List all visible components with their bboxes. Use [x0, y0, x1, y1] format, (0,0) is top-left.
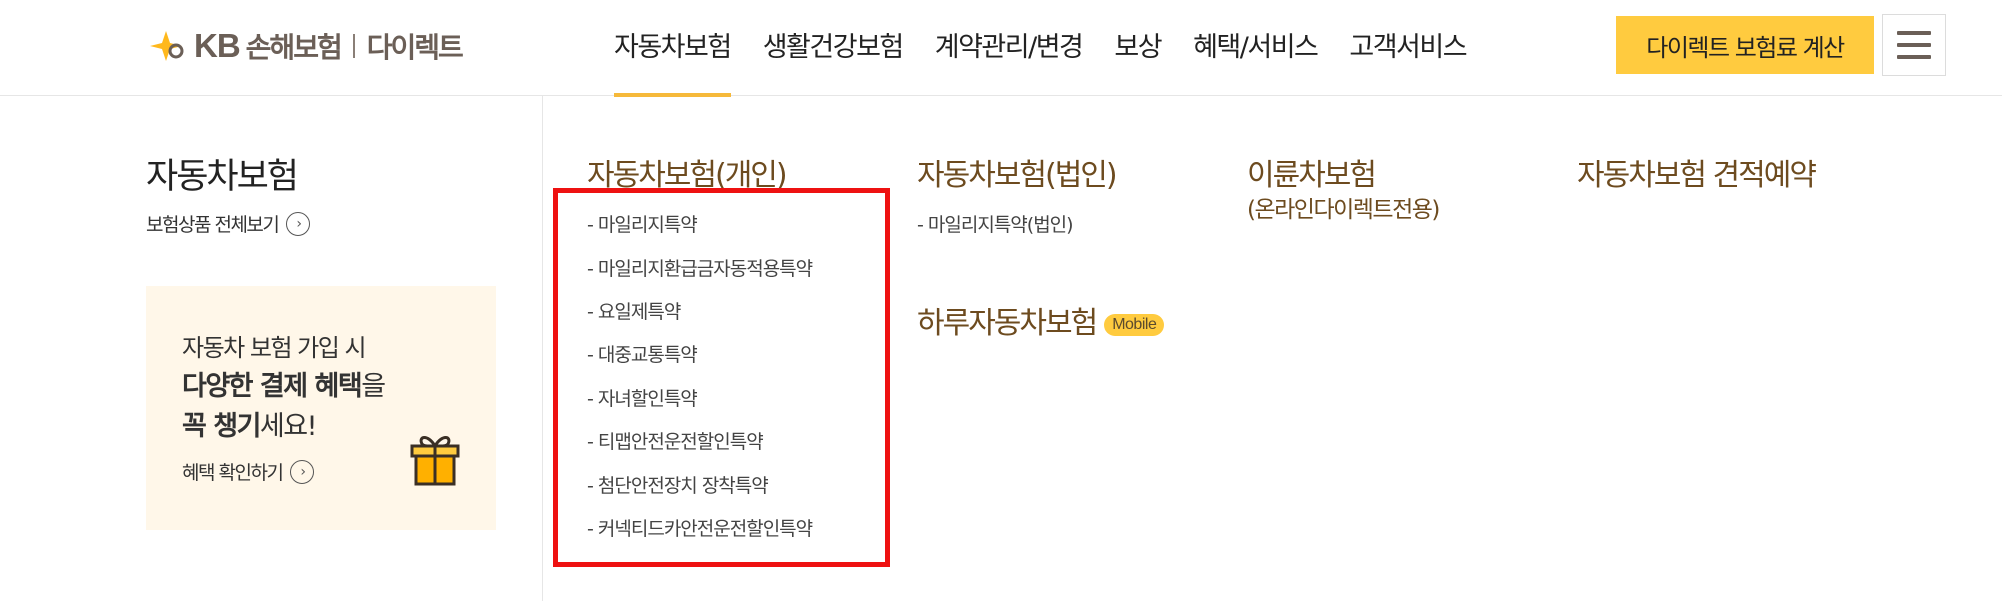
mobile-badge: Mobile — [1104, 313, 1165, 336]
nav-item-contract[interactable]: 계약관리/변경 — [935, 0, 1084, 96]
promo-line1: 자동차 보험 가입 시 — [182, 334, 367, 362]
nav-item-auto-insurance[interactable]: 자동차보험 — [614, 0, 732, 97]
payment-benefit-banner[interactable]: 자동차 보험 가입 시 다양한 결제 혜택을 꼭 챙기세요! 혜택 확인하기 › — [146, 286, 496, 530]
logo-kb-text: KB — [194, 27, 241, 64]
kb-logo[interactable]: KB 손해보험 다이렉트 — [146, 26, 464, 66]
highlight-box — [553, 188, 890, 567]
hamburger-icon-bar — [1897, 55, 1931, 59]
daily-auto-label: 하루자동차보험 — [917, 306, 1098, 341]
menu-title-two-wheel[interactable]: 이륜차보험 — [1247, 150, 1377, 194]
promo-line3-rest: 세요! — [259, 411, 318, 442]
chevron-right-circle-icon: › — [290, 459, 315, 484]
hamburger-icon-bar — [1897, 31, 1931, 35]
menu-title-daily-auto[interactable]: 하루자동차보험 Mobile — [917, 298, 1165, 342]
menu-item-mileage-corporate[interactable]: - 마일리지특약(법인) — [917, 210, 1074, 237]
main-nav: 자동차보험 생활건강보험 계약관리/변경 보상 혜택/서비스 고객서비스 — [614, 0, 1498, 97]
promo-line3-bold: 꼭 챙기 — [182, 411, 261, 442]
menu-title-estimate-reservation[interactable]: 자동차보험 견적예약 — [1577, 150, 1817, 194]
menu-subtitle-online-only: (온라인다이렉트전용) — [1247, 197, 1440, 223]
view-all-label: 보험상품 전체보기 — [146, 214, 280, 236]
hamburger-menu-button[interactable] — [1882, 14, 1946, 76]
promo-line2-bold: 다양한 결제 혜택 — [182, 371, 363, 402]
premium-calc-button[interactable]: 다이렉트 보험료 계산 — [1616, 16, 1874, 74]
promo-line2: 다양한 결제 혜택을 — [182, 364, 386, 403]
promo-line2-rest: 을 — [361, 371, 386, 402]
check-benefits-label: 혜택 확인하기 — [182, 462, 284, 484]
nav-item-life-health[interactable]: 생활건강보험 — [763, 0, 905, 96]
chevron-right-circle-icon: › — [286, 211, 311, 236]
vertical-divider — [542, 96, 543, 601]
promo-line3: 꼭 챙기세요! — [182, 404, 318, 443]
kb-star-logo-icon — [150, 31, 184, 61]
menu-title-auto-corporate[interactable]: 자동차보험(법인) — [917, 150, 1118, 194]
logo-separator — [352, 34, 355, 58]
nav-item-customer-service[interactable]: 고객서비스 — [1349, 0, 1467, 96]
hamburger-icon-bar — [1897, 43, 1931, 47]
section-title: 자동차보험 — [146, 157, 299, 197]
nav-item-claims[interactable]: 보상 — [1114, 0, 1162, 96]
logo-name-text: 손해보험 — [245, 31, 343, 64]
check-benefits-link[interactable]: 혜택 확인하기 › — [182, 458, 315, 485]
gift-icon — [410, 436, 460, 486]
top-header: KB 손해보험 다이렉트 자동차보험 생활건강보험 계약관리/변경 보상 혜택/… — [0, 0, 2002, 97]
logo-direct-text: 다이렉트 — [366, 31, 464, 64]
nav-item-benefits[interactable]: 혜택/서비스 — [1193, 0, 1319, 96]
view-all-products-link[interactable]: 보험상품 전체보기 › — [146, 210, 311, 237]
